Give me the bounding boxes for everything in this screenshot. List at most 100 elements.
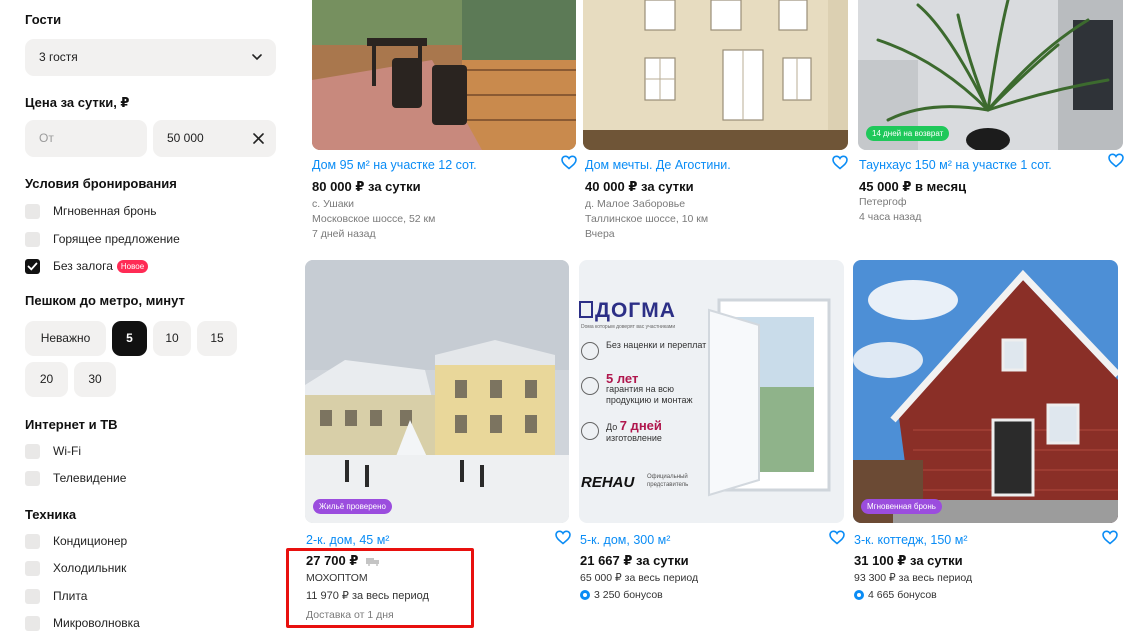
dollhouse-photo	[583, 0, 848, 150]
internet-title: Интернет и ТВ	[25, 417, 118, 432]
checkbox[interactable]	[25, 560, 40, 576]
checkbox-ac[interactable]: Кондиционер	[25, 532, 127, 550]
listing-date-1: 7 дней назад	[312, 228, 376, 240]
booking-title: Условия бронирования	[25, 176, 177, 191]
listing-bonus-6: 4 665 бонусов	[854, 589, 937, 601]
checkbox[interactable]	[25, 470, 40, 486]
listing-period-5: 65 000 ₽ за весь период	[580, 572, 699, 584]
chip-any[interactable]: Неважно	[25, 321, 106, 356]
window-photo	[708, 298, 831, 497]
checkbox-hot-offer[interactable]: Горящее предложение	[25, 230, 180, 248]
checkbox-microwave[interactable]: Микроволновка	[25, 614, 140, 632]
ad-point-1: Без наценки и переплат	[579, 340, 709, 360]
checkbox-label: Плита	[53, 589, 88, 603]
listing-title-1[interactable]: Дом 95 м² на участке 12 сот.	[312, 158, 477, 172]
ad-point-3-pre: До	[606, 422, 618, 432]
winter-house-photo	[305, 260, 569, 523]
favorite-heart-icon[interactable]	[829, 530, 845, 545]
listing-photo-1[interactable]	[312, 0, 576, 150]
listing-price-2: 40 000 ₽ за сутки	[585, 179, 694, 194]
chip-15[interactable]: 15	[197, 321, 237, 356]
listing-photo-4[interactable]: Жильё проверено	[305, 260, 569, 523]
listing-title-6[interactable]: 3-к. коттедж, 150 м²	[854, 533, 968, 547]
listing-photo-6[interactable]: Мгновенная бронь	[853, 260, 1118, 523]
ad-tagline: Dома которым доверят вас участниками	[581, 324, 676, 330]
checkbox[interactable]	[25, 231, 40, 247]
bonus-icon	[854, 590, 864, 600]
red-cottage-photo	[853, 260, 1118, 523]
favorite-heart-icon[interactable]	[1108, 153, 1124, 168]
listing-highway-2: Таллинское шоссе, 10 км	[585, 213, 709, 225]
chip-10[interactable]: 10	[153, 321, 191, 356]
checkbox-stove[interactable]: Плита	[25, 587, 87, 605]
favorite-heart-icon[interactable]	[555, 530, 571, 545]
checkbox[interactable]	[25, 615, 40, 631]
listing-price-5: 21 667 ₽ за сутки	[580, 553, 689, 568]
checkbox-checked[interactable]	[25, 258, 40, 274]
ad-point-2: 5 лет гарантия на всю продукцию и монтаж	[579, 372, 719, 406]
chevron-down-icon	[252, 54, 262, 61]
checkbox-instant-booking[interactable]: Мгновенная бронь	[25, 202, 156, 220]
favorite-heart-icon[interactable]	[832, 155, 848, 170]
listing-photo-5[interactable]: ДОГМА Dома которым доверят вас участника…	[579, 260, 844, 523]
checkbox-wifi[interactable]: Wi-Fi	[25, 442, 81, 460]
ad-brand-text: ДОГМА	[595, 299, 676, 322]
guests-value: 3 гостя	[39, 50, 78, 64]
chip-30[interactable]: 30	[74, 362, 116, 397]
favorite-heart-icon[interactable]	[1102, 530, 1118, 545]
check-icon	[27, 262, 38, 271]
ad-point-1-text: Без наценки и переплат	[606, 340, 707, 350]
ad-rehau: REHAU	[581, 474, 635, 491]
ad-brand: ДОГМА	[579, 299, 676, 323]
close-icon[interactable]	[252, 132, 265, 145]
verified-badge: Жильё проверено	[313, 499, 392, 514]
checkbox-fridge[interactable]: Холодильник	[25, 559, 126, 577]
listing-location-1: с. Ушаки	[312, 198, 355, 210]
checkbox[interactable]	[25, 533, 40, 549]
price-to-value: 50 000	[167, 131, 204, 145]
tech-title: Техника	[25, 507, 77, 522]
listing-title-4[interactable]: 2-к. дом, 45 м²	[306, 533, 389, 547]
listing-location-3: Петергоф	[859, 196, 907, 208]
listing-bonus-5: 3 250 бонусов	[580, 589, 663, 601]
listing-title-3[interactable]: Таунхаус 150 м² на участке 1 сот.	[859, 158, 1052, 172]
bonus-text: 4 665 бонусов	[868, 589, 937, 601]
guests-select[interactable]: 3 гостя	[25, 39, 276, 76]
ad-point-2-text: гарантия на всю продукцию и монтаж	[606, 384, 693, 405]
highlight-box	[286, 548, 474, 628]
listing-price-6: 31 100 ₽ за сутки	[854, 553, 963, 568]
chip-20[interactable]: 20	[25, 362, 68, 397]
listing-period-6: 93 300 ₽ за весь период	[854, 572, 973, 584]
instant-booking-badge: Мгновенная бронь	[861, 499, 942, 514]
chip-5[interactable]: 5	[112, 321, 147, 356]
checkbox-tv[interactable]: Телевидение	[25, 469, 126, 487]
checkbox-label: Телевидение	[53, 471, 127, 485]
bonus-icon	[580, 590, 590, 600]
house-terrace-photo	[312, 0, 576, 150]
return-badge: 14 дней на возврат	[866, 126, 950, 141]
checkbox[interactable]	[25, 203, 40, 219]
checkbox-label: Wi-Fi	[53, 444, 81, 458]
checkbox-no-deposit[interactable]: Без залога Новое	[25, 257, 149, 275]
price-to-input[interactable]: 50 000	[153, 120, 276, 157]
ad-point-3-text: изготовление	[606, 433, 662, 443]
checkbox[interactable]	[25, 443, 40, 459]
ad-point-3-big: 7 дней	[619, 418, 662, 433]
filters-sidebar: Гости 3 гостя Цена за сутки, ₽ От 50 000…	[0, 0, 290, 637]
price-from-input[interactable]: От	[25, 120, 147, 157]
metro-title: Пешком до метро, минут	[25, 293, 185, 308]
listing-title-2[interactable]: Дом мечты. Де Агостини.	[585, 158, 731, 172]
new-badge: Новое	[116, 259, 149, 273]
listing-photo-2[interactable]	[583, 0, 848, 150]
checkbox-label: Кондиционер	[53, 534, 128, 548]
favorite-heart-icon[interactable]	[561, 155, 577, 170]
bonus-text: 3 250 бонусов	[594, 589, 663, 601]
listing-title-5[interactable]: 5-к. дом, 300 м²	[580, 533, 670, 547]
checkbox[interactable]	[25, 588, 40, 604]
checkbox-label: Без залога	[53, 259, 113, 273]
ad-rehau-sub: Официальный представитель	[647, 474, 689, 488]
checkbox-label: Мгновенная бронь	[53, 204, 157, 218]
listing-price-1: 80 000 ₽ за сутки	[312, 179, 421, 194]
listing-date-3: 4 часа назад	[859, 211, 922, 223]
listing-photo-3[interactable]: 14 дней на возврат	[858, 0, 1123, 150]
